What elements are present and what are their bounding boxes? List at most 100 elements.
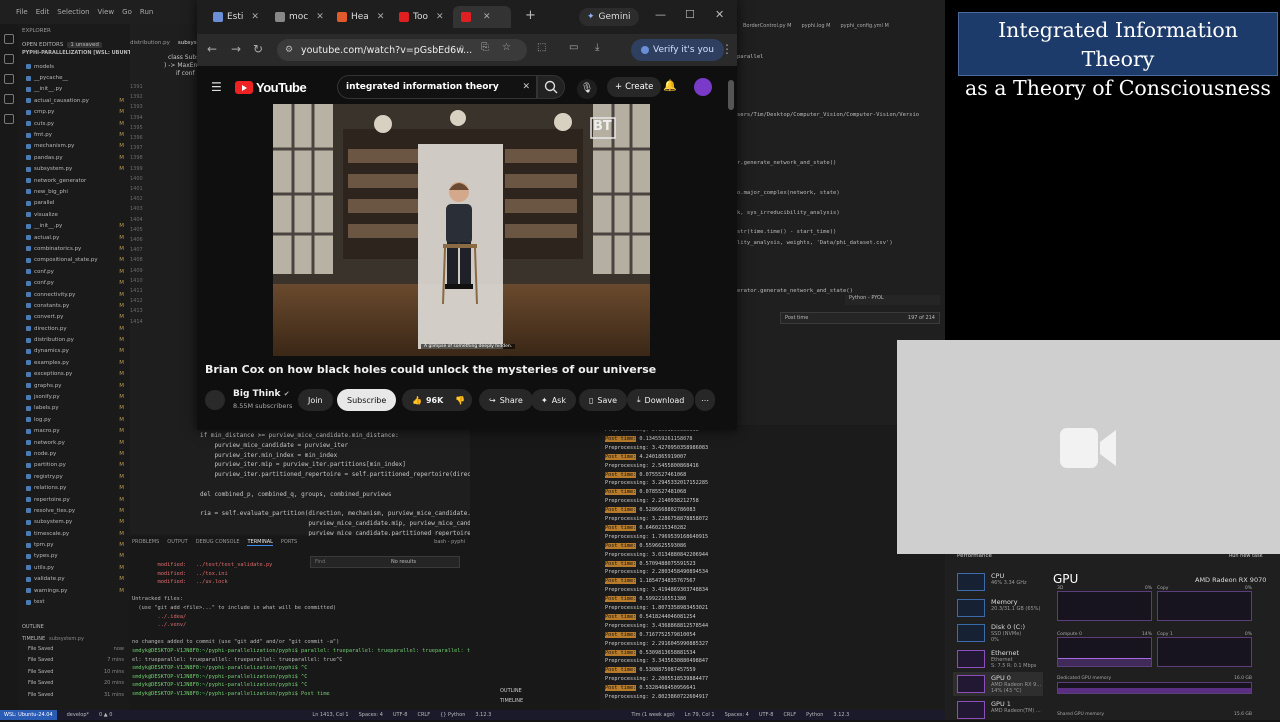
file-tree-item[interactable]: new_big_phi <box>26 186 130 197</box>
zoom-icon[interactable]: ⌕ <box>459 42 465 53</box>
browser-tab[interactable]: Esti ✕ <box>205 6 263 28</box>
file-tree-item[interactable]: conf.py M <box>26 277 130 288</box>
dislike-icon[interactable]: 👎 <box>455 396 465 405</box>
forward-icon[interactable]: → <box>231 42 241 56</box>
file-tree-item[interactable]: constants.py M <box>26 300 130 311</box>
file-tree-item[interactable]: visualize <box>26 209 130 220</box>
timeline-item[interactable]: File Saved now <box>28 646 124 657</box>
file-tree-item[interactable]: types.py M <box>26 551 130 562</box>
close-tab-icon[interactable]: ✕ <box>316 12 324 22</box>
video-player[interactable]: BT A glimpse of something deeply hidden. <box>273 104 650 356</box>
file-tree-item[interactable]: jsonify.py M <box>26 391 130 402</box>
open-editors-section[interactable]: OPEN EDITORS 1 unsaved <box>18 40 130 50</box>
new-tab-button[interactable]: + <box>525 8 536 23</box>
tab-terminal[interactable]: TERMINAL <box>247 539 273 546</box>
tab-debug-console[interactable]: DEBUG CONSOLE <box>196 539 240 545</box>
download-icon[interactable]: ⤓ <box>595 42 599 53</box>
bookmark-star-icon[interactable]: ☆ <box>502 42 511 53</box>
file-tree-item[interactable]: mechanism.py M <box>26 141 130 152</box>
file-tree-item[interactable]: timescale.py M <box>26 528 130 539</box>
menu-go[interactable]: Go <box>122 8 132 16</box>
close-tab-icon[interactable]: ✕ <box>483 12 491 22</box>
file-tree-item[interactable]: connectivity.py M <box>26 289 130 300</box>
file-tree-item[interactable]: conf.py M <box>26 266 130 277</box>
file-tree-item[interactable]: resolve_ties.py M <box>26 505 130 516</box>
line-ending[interactable]: CRLF <box>417 712 430 718</box>
close-window-button[interactable]: ✕ <box>715 8 724 21</box>
gpu-engine-graph[interactable]: Compute 0 14% <box>1057 632 1152 667</box>
channel-avatar[interactable] <box>205 390 225 410</box>
cursor-position[interactable]: Ln 1413, Col 1 <box>312 712 348 718</box>
run-debug-icon[interactable] <box>4 94 14 104</box>
indentation[interactable]: Spaces: 4 <box>359 712 383 718</box>
file-tree-item[interactable]: partition.py M <box>26 460 130 471</box>
right-language[interactable]: Python <box>806 712 823 718</box>
back-icon[interactable]: ← <box>207 42 217 56</box>
tab-pyphi-config[interactable]: pyphi_config.yml M <box>840 23 888 29</box>
workspace-root[interactable]: PYPHI-PARALLELIZATION [WSL: UBUNTU-24.04… <box>18 50 130 61</box>
remote-indicator[interactable]: WSL: Ubuntu-24.04 <box>0 710 57 720</box>
file-tree-item[interactable]: test <box>26 596 130 607</box>
file-tree-item[interactable]: validate.py M <box>26 574 130 585</box>
hamburger-menu-icon[interactable]: ☰ <box>211 80 222 94</box>
right-line-ending[interactable]: CRLF <box>783 712 796 718</box>
browser-menu-icon[interactable]: ⋮ <box>721 42 733 56</box>
subscribe-button[interactable]: Subscribe <box>337 389 397 411</box>
install-icon[interactable]: ⎘ <box>481 42 489 53</box>
page-scrollbar[interactable] <box>728 80 734 110</box>
timeline-item[interactable]: File Saved 7 mins <box>28 657 124 668</box>
site-info-icon[interactable]: ⚙ <box>285 45 293 55</box>
file-tree-item[interactable]: models <box>26 61 130 72</box>
problems-count[interactable]: 0 ▲ 0 <box>99 712 112 718</box>
file-tree-item[interactable]: __pycache__ <box>26 72 130 83</box>
browser-tab[interactable]: ✕ <box>453 6 511 28</box>
file-tree-item[interactable]: graphs.py M <box>26 380 130 391</box>
file-tree-item[interactable]: distribution.py M <box>26 334 130 345</box>
file-tree-item[interactable]: examples.py M <box>26 357 130 368</box>
file-tree-item[interactable]: subsystem.py M <box>26 164 130 175</box>
perf-item[interactable]: Ethernet Ethernet S: 7.5 R: 0.1 Mbps <box>953 647 1043 671</box>
tab-distribution[interactable]: distribution.py <box>130 40 170 52</box>
right-cursor-position[interactable]: Ln 79, Col 1 <box>685 712 715 718</box>
timeline-item[interactable]: File Saved 20 mins <box>28 680 124 691</box>
account-avatar[interactable] <box>694 78 712 96</box>
timeline-item[interactable]: File Saved 31 mins <box>28 692 124 703</box>
file-tree-item[interactable]: compositional_state.py M <box>26 255 130 266</box>
file-tree-item[interactable]: registry.py M <box>26 471 130 482</box>
menu-view[interactable]: View <box>98 8 115 16</box>
create-button[interactable]: + Create <box>607 77 662 97</box>
file-tree-item[interactable]: __init__.py <box>26 84 130 95</box>
debug-output[interactable]: Preprocessing: 2.1551269385818 Post time:… <box>600 425 945 710</box>
outline-section[interactable]: OUTLINE <box>22 624 44 630</box>
file-tree-item[interactable]: labels.py M <box>26 403 130 414</box>
verify-identity-button[interactable]: Verify it's you <box>631 39 724 61</box>
file-tree-item[interactable]: cmp.py M <box>26 107 130 118</box>
browser-tab[interactable]: moc ✕ <box>267 6 325 28</box>
reload-icon[interactable]: ↻ <box>253 42 263 56</box>
menu-selection[interactable]: Selection <box>57 8 89 16</box>
menu-edit[interactable]: Edit <box>36 8 50 16</box>
file-tree-item[interactable]: node.py M <box>26 448 130 459</box>
gemini-button[interactable]: ✦ Gemini <box>579 8 639 26</box>
file-tree-item[interactable]: warnings.py M <box>26 585 130 596</box>
notifications-bell-icon[interactable]: 🔔 <box>663 79 677 92</box>
python-version[interactable]: 3.12.3 <box>475 712 491 718</box>
tab-problems[interactable]: PROBLEMS <box>132 539 159 545</box>
clear-search-icon[interactable]: ✕ <box>522 82 530 92</box>
gpu-engine-graph[interactable]: Copy 1 0% <box>1157 632 1252 667</box>
search-icon[interactable] <box>4 54 14 64</box>
extensions-icon[interactable] <box>4 114 14 124</box>
explorer-icon[interactable] <box>4 34 14 44</box>
voice-search-icon[interactable]: 🎙 <box>577 79 597 99</box>
encoding[interactable]: UTF-8 <box>393 712 408 718</box>
download-button[interactable]: ⤓ Download <box>627 389 695 411</box>
tab-border-control[interactable]: BorderControl.py M <box>743 23 791 29</box>
source-control-icon[interactable] <box>4 74 14 84</box>
close-tab-icon[interactable]: ✕ <box>377 12 385 22</box>
python-run-bar[interactable]: Python - PYOL <box>845 295 940 305</box>
run-new-task-button[interactable]: Run new task <box>1229 553 1263 559</box>
youtube-search-button[interactable] <box>537 75 565 99</box>
youtube-search-input[interactable]: integrated information theory ✕ <box>337 75 537 99</box>
file-tree-item[interactable]: utils.py M <box>26 562 130 573</box>
find-input[interactable]: Find <box>315 559 385 565</box>
